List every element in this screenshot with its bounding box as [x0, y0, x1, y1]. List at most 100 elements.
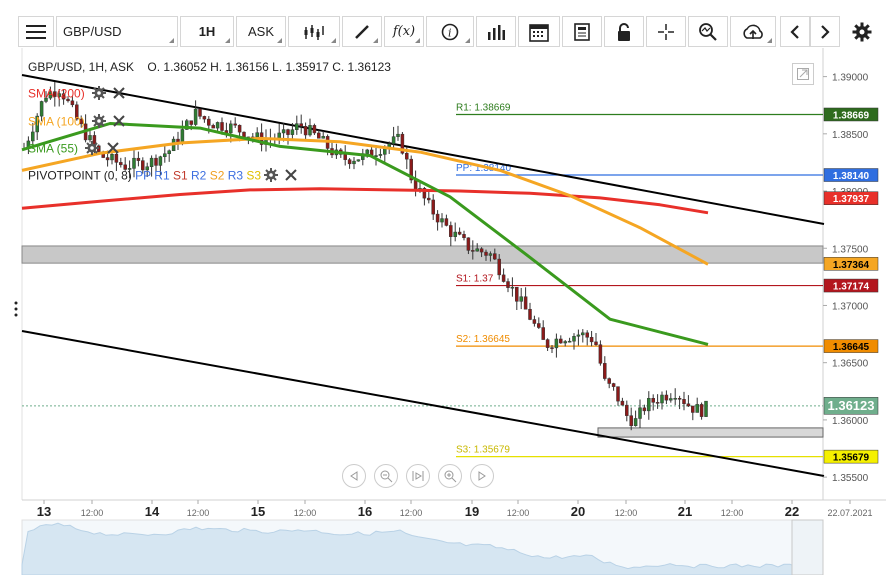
- candle-body: [673, 398, 677, 400]
- expand-icon[interactable]: [792, 63, 814, 85]
- indicator-sma-100-label: SMA (100): [28, 114, 85, 129]
- time-tick-label: 12:00: [400, 508, 423, 518]
- candle-body: [286, 129, 290, 135]
- candle-body: [431, 199, 435, 215]
- candle-body: [633, 418, 638, 427]
- calendar-icon[interactable]: [518, 16, 560, 47]
- cloud-upload-icon[interactable]: [730, 16, 776, 47]
- candle-body: [655, 402, 660, 404]
- draw-icon[interactable]: [342, 16, 382, 47]
- candle-body: [31, 131, 35, 142]
- candle-body: [550, 347, 554, 349]
- close-icon[interactable]: [285, 169, 297, 184]
- crosshair-icon[interactable]: [646, 16, 686, 47]
- price-tick-label: 1.35500: [832, 473, 869, 484]
- zoom-out-icon[interactable]: [374, 464, 398, 488]
- tag-current-price-text: 1.36123: [828, 398, 875, 413]
- time-tick-label: 12:00: [721, 508, 744, 518]
- price-type-selector[interactable]: ASK: [236, 16, 286, 47]
- close-icon[interactable]: [113, 115, 126, 130]
- time-tick-label: 22: [785, 504, 799, 519]
- candle-body: [413, 179, 418, 191]
- candle-body: [321, 136, 325, 139]
- pivot-item: PP: [135, 168, 151, 183]
- tag-pp-text: 1.38140: [833, 171, 870, 182]
- menu-icon[interactable]: [18, 16, 54, 47]
- candle-body: [255, 132, 259, 138]
- instrument-label: GBP/USD, 1H, ASK: [28, 60, 135, 74]
- candle-body: [396, 133, 400, 137]
- pivot-item: S3: [246, 168, 262, 183]
- next-icon[interactable]: [810, 16, 840, 47]
- candle-body: [435, 213, 440, 223]
- tag-s3-text: 1.35679: [833, 453, 870, 464]
- candle-body: [589, 337, 594, 343]
- pivot-label-s1: S1: 1.37: [456, 274, 494, 285]
- time-tick-label: 12:00: [615, 508, 638, 518]
- panel-resize-handle[interactable]: [14, 300, 18, 321]
- prev-icon[interactable]: [780, 16, 810, 47]
- close-icon[interactable]: [106, 142, 119, 157]
- function-icon[interactable]: f(x): [384, 16, 424, 47]
- timeframe-label: 1H: [198, 24, 216, 39]
- time-tick-label: 22.07.2021: [827, 508, 872, 518]
- info-icon[interactable]: i: [426, 16, 474, 47]
- close-icon[interactable]: [113, 87, 126, 102]
- candle-body: [356, 159, 361, 162]
- price-tick-label: 1.38500: [832, 130, 869, 141]
- candle-body: [405, 152, 409, 160]
- gear-icon[interactable]: [92, 114, 107, 131]
- candle-body: [198, 108, 202, 117]
- candle-body: [647, 398, 651, 412]
- price-chart[interactable]: R1: 1.38669PP: 1.38140S1: 1.37S2: 1.3664…: [0, 48, 886, 575]
- indicator-pivot-label: PIVOTPOINT (0, 8): [28, 168, 132, 183]
- candle-body: [299, 123, 303, 127]
- candle-body: [466, 237, 471, 251]
- navigator-handle: [791, 519, 824, 575]
- time-tick-label: 12:00: [187, 508, 210, 518]
- ohlc-values: O. 1.36052 H. 1.36156 L. 1.35917 C. 1.36…: [147, 60, 391, 74]
- price-tick-label: 1.39000: [832, 73, 869, 84]
- candles-icon[interactable]: [288, 16, 340, 47]
- settings-icon[interactable]: [846, 16, 878, 47]
- volume-icon[interactable]: [476, 16, 516, 47]
- candle-body: [237, 124, 242, 133]
- candle-body: [352, 160, 356, 165]
- time-tick-label: 13: [37, 504, 51, 519]
- candle-body: [616, 386, 620, 402]
- time-tick-label: 12:00: [81, 508, 104, 518]
- svg-text:i: i: [448, 26, 452, 39]
- gear-icon[interactable]: [264, 168, 279, 185]
- timeframe-selector[interactable]: 1H: [180, 16, 234, 47]
- symbol-selector[interactable]: GBP/USD: [56, 16, 178, 47]
- candle-body: [343, 154, 347, 160]
- indicator-pivotpoint[interactable]: PIVOTPOINT (0, 8) PP R1 S1 R2 S2 R3 S3: [28, 168, 297, 185]
- candle-body: [493, 253, 497, 260]
- pivot-item: R3: [227, 168, 244, 183]
- candle-body: [523, 296, 528, 310]
- reset-zoom-icon[interactable]: [406, 464, 430, 488]
- candle-body: [677, 398, 682, 400]
- notes-icon[interactable]: [562, 16, 602, 47]
- gear-icon[interactable]: [85, 141, 100, 158]
- candle-body: [594, 341, 598, 345]
- zoom-icon[interactable]: [688, 16, 728, 47]
- candle-body: [704, 400, 708, 417]
- zoom-in-icon[interactable]: [438, 464, 462, 488]
- candle-body: [629, 415, 633, 427]
- chart-nav-controls: [342, 464, 494, 488]
- scroll-right-icon[interactable]: [470, 464, 494, 488]
- candle-body: [598, 344, 603, 364]
- indicator-sma-200[interactable]: SMA (200): [28, 86, 126, 103]
- candle-body: [149, 157, 154, 167]
- scroll-left-icon[interactable]: [342, 464, 366, 488]
- indicator-sma-55[interactable]: SMA (55): [28, 141, 119, 158]
- lock-icon[interactable]: [604, 16, 644, 47]
- candle-body: [308, 125, 312, 136]
- candle-body: [581, 332, 585, 336]
- candle-body: [163, 153, 167, 157]
- indicator-sma-100[interactable]: SMA (100): [28, 114, 126, 131]
- gear-icon[interactable]: [92, 86, 107, 103]
- candle-body: [545, 339, 550, 348]
- candle-body: [220, 122, 224, 131]
